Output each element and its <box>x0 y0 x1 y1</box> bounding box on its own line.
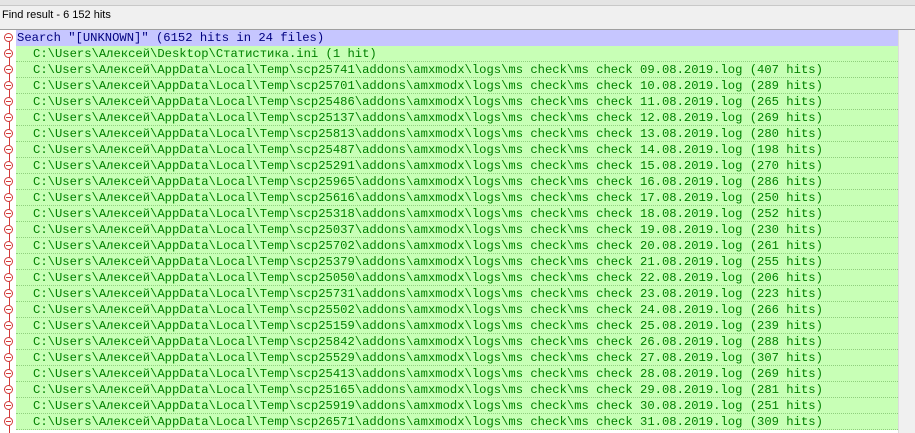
collapse-minus-icon[interactable] <box>4 49 13 58</box>
file-path-text: C:\Users\Алексей\AppData\Local\Temp\scp2… <box>33 383 823 397</box>
vertical-scrollbar[interactable] <box>898 30 915 433</box>
collapse-minus-icon[interactable] <box>4 337 13 346</box>
file-path-text: C:\Users\Алексей\AppData\Local\Temp\scp2… <box>33 127 823 141</box>
file-result-row[interactable]: C:\Users\Алексей\AppData\Local\Temp\scp2… <box>0 302 915 318</box>
panel-title: Find result - 6 152 hits <box>2 9 111 21</box>
file-result-row[interactable]: C:\Users\Алексей\AppData\Local\Temp\scp2… <box>0 270 915 286</box>
file-path-text: C:\Users\Алексей\AppData\Local\Temp\scp2… <box>33 271 823 285</box>
file-path-text: C:\Users\Алексей\AppData\Local\Temp\scp2… <box>33 239 823 253</box>
file-path-text: C:\Users\Алексей\AppData\Local\Temp\scp2… <box>33 111 823 125</box>
file-result-row[interactable]: C:\Users\Алексей\AppData\Local\Temp\scp2… <box>0 206 915 222</box>
file-result-row[interactable]: C:\Users\Алексей\AppData\Local\Temp\scp2… <box>0 366 915 382</box>
file-result-row[interactable]: C:\Users\Алексей\AppData\Local\Temp\scp2… <box>0 318 915 334</box>
collapse-minus-icon[interactable] <box>4 145 13 154</box>
file-result-row[interactable]: C:\Users\Алексей\AppData\Local\Temp\scp2… <box>0 350 915 366</box>
file-result-row[interactable]: C:\Users\Алексей\AppData\Local\Temp\scp2… <box>0 126 915 142</box>
file-path-text: C:\Users\Алексей\Desktop\Статистика.ini … <box>33 47 377 61</box>
collapse-minus-icon[interactable] <box>4 65 13 74</box>
file-path-text: C:\Users\Алексей\AppData\Local\Temp\scp2… <box>33 223 823 237</box>
file-result-row[interactable]: C:\Users\Алексей\AppData\Local\Temp\scp2… <box>0 158 915 174</box>
file-path-text: C:\Users\Алексей\AppData\Local\Temp\scp2… <box>33 335 823 349</box>
file-result-row[interactable]: C:\Users\Алексей\AppData\Local\Temp\scp2… <box>0 254 915 270</box>
file-path-text: C:\Users\Алексей\AppData\Local\Temp\scp2… <box>33 351 823 365</box>
search-summary-text: Search "[UNKNOWN]" (6152 hits in 24 file… <box>17 31 325 45</box>
collapse-minus-icon[interactable] <box>4 193 13 202</box>
file-path-text: C:\Users\Алексей\AppData\Local\Temp\scp2… <box>33 319 823 333</box>
file-result-row[interactable]: C:\Users\Алексей\AppData\Local\Temp\scp2… <box>0 142 915 158</box>
collapse-minus-icon[interactable] <box>4 161 13 170</box>
file-result-row[interactable]: C:\Users\Алексей\AppData\Local\Temp\scp2… <box>0 62 915 78</box>
find-results-list[interactable]: Search "[UNKNOWN]" (6152 hits in 24 file… <box>0 30 915 433</box>
collapse-minus-icon[interactable] <box>4 353 13 362</box>
file-result-row[interactable]: C:\Users\Алексей\AppData\Local\Temp\scp2… <box>0 334 915 350</box>
file-result-row[interactable]: C:\Users\Алексей\AppData\Local\Temp\scp2… <box>0 190 915 206</box>
file-path-text: C:\Users\Алексей\AppData\Local\Temp\scp2… <box>33 143 823 157</box>
collapse-minus-icon[interactable] <box>4 33 13 42</box>
file-result-row[interactable]: C:\Users\Алексей\AppData\Local\Temp\scp2… <box>0 286 915 302</box>
collapse-minus-icon[interactable] <box>4 241 13 250</box>
file-result-row[interactable]: C:\Users\Алексей\AppData\Local\Temp\scp2… <box>0 174 915 190</box>
collapse-minus-icon[interactable] <box>4 305 13 314</box>
file-path-text: C:\Users\Алексей\AppData\Local\Temp\scp2… <box>33 63 823 77</box>
collapse-minus-icon[interactable] <box>4 321 13 330</box>
collapse-minus-icon[interactable] <box>4 129 13 138</box>
file-result-row[interactable]: C:\Users\Алексей\AppData\Local\Temp\scp2… <box>0 382 915 398</box>
file-result-row[interactable]: C:\Users\Алексей\AppData\Local\Temp\scp2… <box>0 414 915 430</box>
collapse-minus-icon[interactable] <box>4 289 13 298</box>
find-result-titlebar: Find result - 6 152 hits <box>0 0 915 30</box>
collapse-minus-icon[interactable] <box>4 225 13 234</box>
collapse-minus-icon[interactable] <box>4 209 13 218</box>
file-result-row[interactable]: C:\Users\Алексей\AppData\Local\Temp\scp2… <box>0 398 915 414</box>
collapse-minus-icon[interactable] <box>4 385 13 394</box>
file-path-text: C:\Users\Алексей\AppData\Local\Temp\scp2… <box>33 191 823 205</box>
collapse-minus-icon[interactable] <box>4 369 13 378</box>
collapse-minus-icon[interactable] <box>4 417 13 426</box>
file-result-row[interactable]: C:\Users\Алексей\Desktop\Статистика.ini … <box>0 46 915 62</box>
file-path-text: C:\Users\Алексей\AppData\Local\Temp\scp2… <box>33 95 823 109</box>
file-path-text: C:\Users\Алексей\AppData\Local\Temp\scp2… <box>33 79 823 93</box>
collapse-minus-icon[interactable] <box>4 97 13 106</box>
collapse-minus-icon[interactable] <box>4 257 13 266</box>
file-path-text: C:\Users\Алексей\AppData\Local\Temp\scp2… <box>33 207 823 221</box>
panel-top-border <box>0 0 915 6</box>
collapse-minus-icon[interactable] <box>4 113 13 122</box>
collapse-minus-icon[interactable] <box>4 81 13 90</box>
file-result-row[interactable]: C:\Users\Алексей\AppData\Local\Temp\scp2… <box>0 222 915 238</box>
file-path-text: C:\Users\Алексей\AppData\Local\Temp\scp2… <box>33 415 823 429</box>
collapse-minus-icon[interactable] <box>4 177 13 186</box>
file-result-row[interactable]: C:\Users\Алексей\AppData\Local\Temp\scp2… <box>0 110 915 126</box>
collapse-minus-icon[interactable] <box>4 273 13 282</box>
file-path-text: C:\Users\Алексей\AppData\Local\Temp\scp2… <box>33 303 823 317</box>
file-result-row[interactable]: C:\Users\Алексей\AppData\Local\Temp\scp2… <box>0 78 915 94</box>
collapse-minus-icon[interactable] <box>4 401 13 410</box>
file-path-text: C:\Users\Алексей\AppData\Local\Temp\scp2… <box>33 287 823 301</box>
file-path-text: C:\Users\Алексей\AppData\Local\Temp\scp2… <box>33 159 823 173</box>
search-summary-row[interactable]: Search "[UNKNOWN]" (6152 hits in 24 file… <box>0 30 915 46</box>
file-result-row[interactable]: C:\Users\Алексей\AppData\Local\Temp\scp2… <box>0 94 915 110</box>
file-path-text: C:\Users\Алексей\AppData\Local\Temp\scp2… <box>33 175 823 189</box>
file-path-text: C:\Users\Алексей\AppData\Local\Temp\scp2… <box>33 367 823 381</box>
file-result-row[interactable]: C:\Users\Алексей\AppData\Local\Temp\scp2… <box>0 238 915 254</box>
file-path-text: C:\Users\Алексей\AppData\Local\Temp\scp2… <box>33 399 823 413</box>
file-path-text: C:\Users\Алексей\AppData\Local\Temp\scp2… <box>33 255 823 269</box>
